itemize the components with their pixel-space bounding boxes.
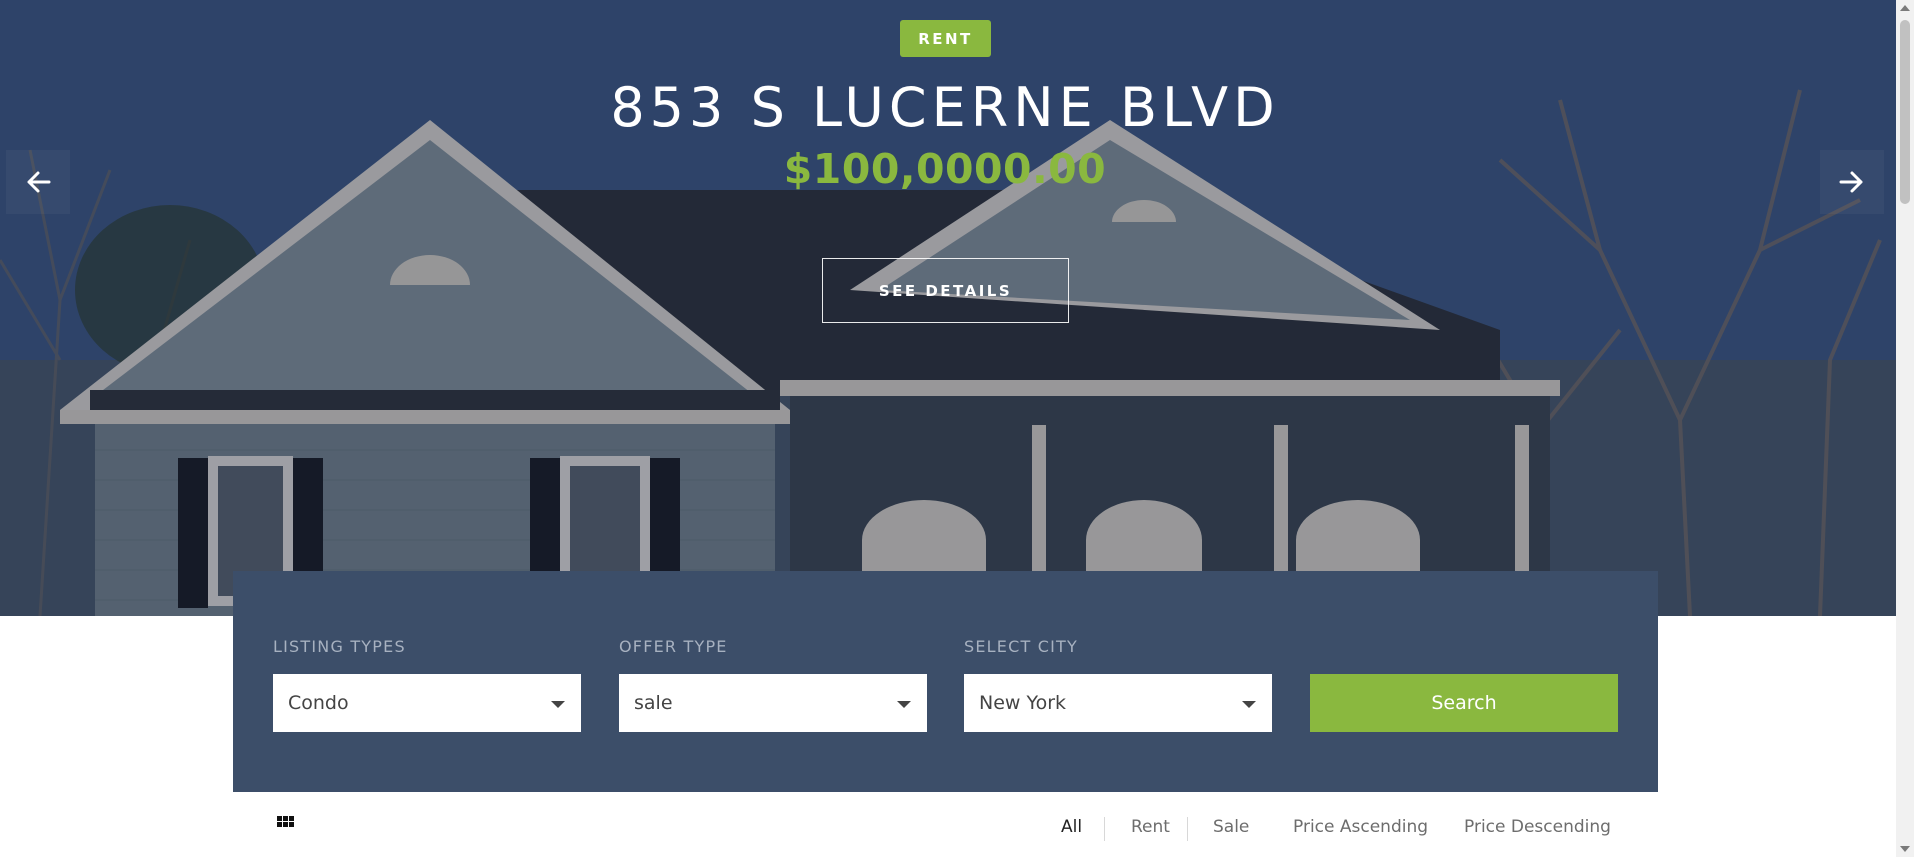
select-city-select[interactable]: New York — [964, 674, 1272, 732]
hero-slider: RENT 853 S LUCERNE BLVD $100,0000.00 SEE… — [0, 0, 1896, 616]
filter-tab-price-descending[interactable]: Price Descending — [1464, 817, 1611, 837]
filter-tab-sale[interactable]: Sale — [1213, 817, 1249, 837]
scrollbar-thumb[interactable] — [1900, 20, 1910, 204]
chevron-down-icon — [897, 700, 911, 708]
filter-divider — [1187, 817, 1188, 841]
listing-types-select[interactable]: Condo — [273, 674, 581, 732]
scroll-up-arrow-icon[interactable] — [1900, 5, 1910, 11]
filter-tab-rent[interactable]: Rent — [1131, 817, 1170, 837]
page-scrollbar[interactable] — [1896, 0, 1914, 857]
property-price: $100,0000.00 — [783, 145, 1107, 193]
select-city-value: New York — [979, 692, 1067, 714]
listing-status-badge: RENT — [900, 20, 991, 57]
offer-type-select[interactable]: sale — [619, 674, 927, 732]
listing-types-value: Condo — [288, 692, 349, 714]
slider-prev-button[interactable] — [6, 150, 70, 214]
see-details-button[interactable]: SEE DETAILS — [822, 258, 1069, 323]
offer-type-value: sale — [634, 692, 673, 714]
listing-types-label: LISTING TYPES — [273, 637, 406, 656]
filter-tab-all[interactable]: All — [1061, 817, 1082, 837]
property-address: 853 S LUCERNE BLVD — [610, 76, 1280, 139]
select-city-label: SELECT CITY — [964, 637, 1078, 656]
search-button[interactable]: Search — [1310, 674, 1618, 732]
chevron-down-icon — [1242, 700, 1256, 708]
slider-next-button[interactable] — [1820, 150, 1884, 214]
arrow-left-icon — [27, 171, 51, 193]
listing-filter-tabs: All Rent Sale Price Ascending Price Desc… — [0, 817, 1914, 843]
filter-divider — [1104, 817, 1105, 841]
filter-tab-price-ascending[interactable]: Price Ascending — [1293, 817, 1428, 837]
offer-type-label: OFFER TYPE — [619, 637, 728, 656]
scroll-down-arrow-icon[interactable] — [1900, 846, 1910, 852]
chevron-down-icon — [551, 700, 565, 708]
property-search-panel: LISTING TYPES Condo OFFER TYPE sale SELE… — [233, 571, 1658, 792]
arrow-right-icon — [1839, 171, 1863, 193]
